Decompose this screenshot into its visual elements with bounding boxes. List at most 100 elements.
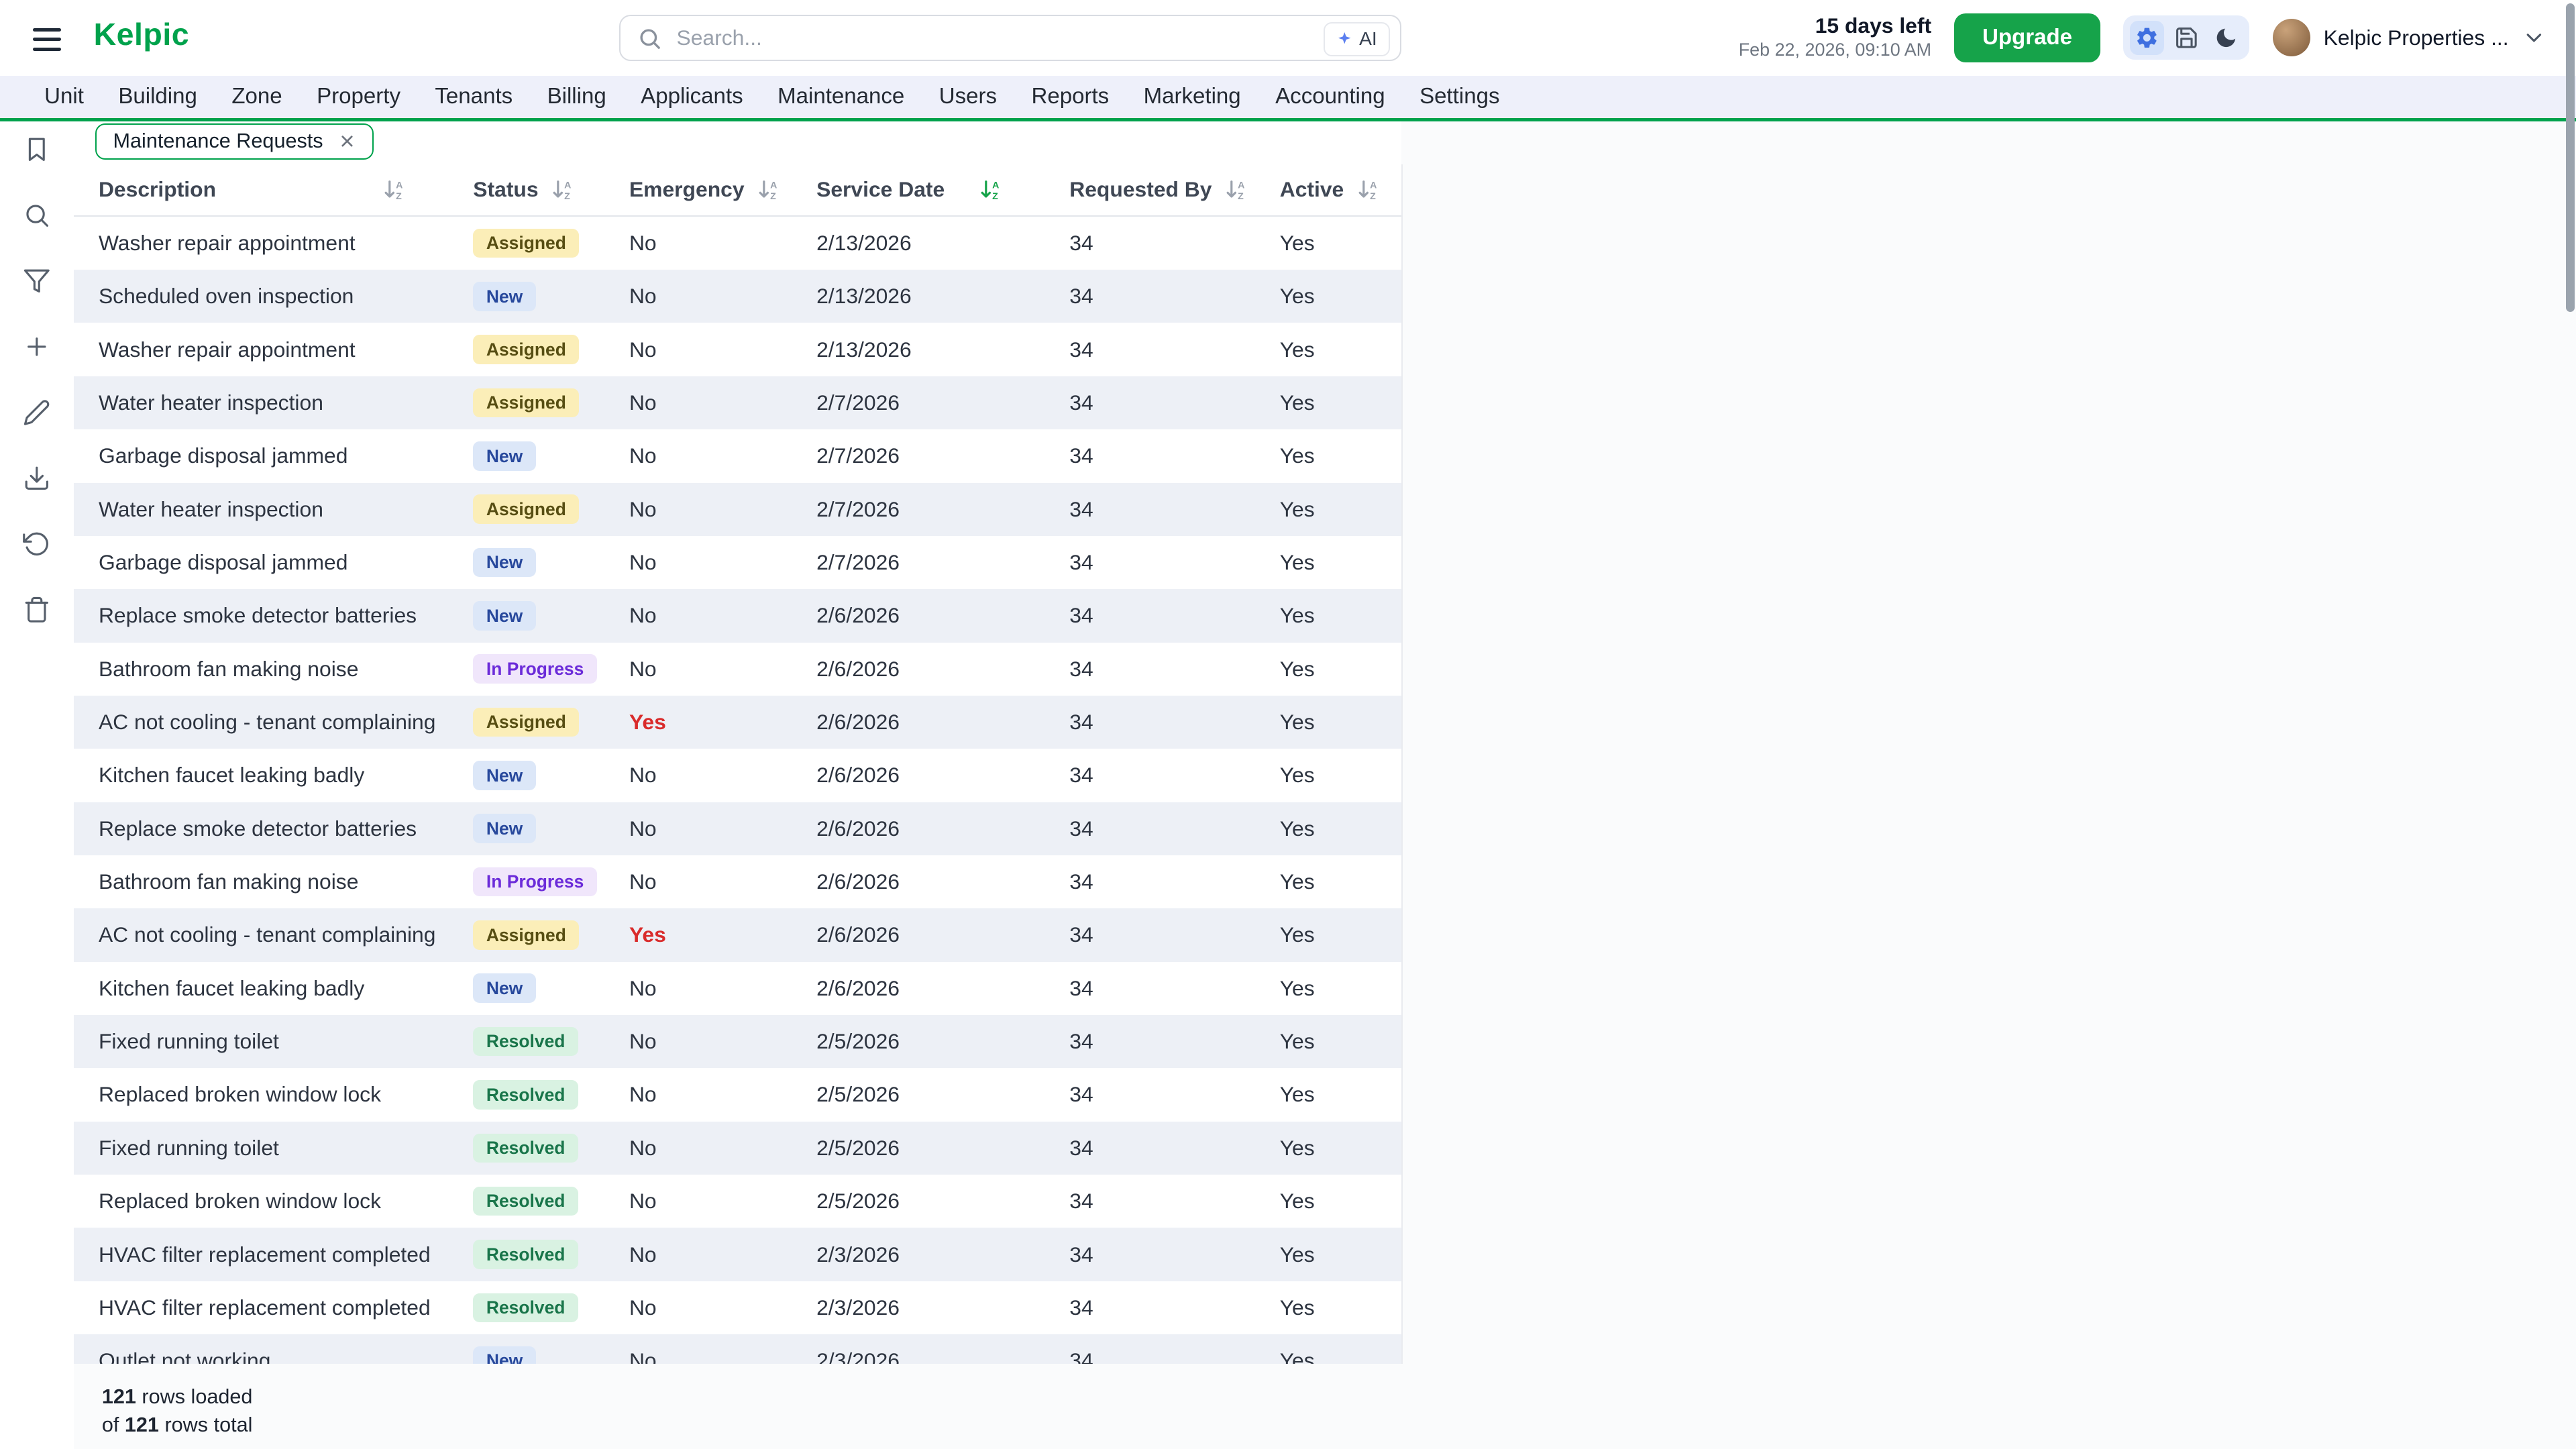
menu-icon[interactable]	[32, 25, 68, 54]
sidebar-edit-button[interactable]	[14, 389, 60, 435]
table-row[interactable]: AC not cooling - tenant complainingAssig…	[74, 696, 1401, 749]
dark-mode-button[interactable]	[2208, 21, 2243, 55]
cell-requested-by: 34	[1045, 976, 1255, 1001]
cell-status: Assigned	[449, 494, 605, 524]
cell-description: Garbage disposal jammed	[74, 443, 448, 468]
sidebar-add-button[interactable]	[14, 323, 60, 370]
table-row[interactable]: Kitchen faucet leaking badlyNewNo2/6/202…	[74, 749, 1401, 802]
nav-item-billing[interactable]: Billing	[547, 84, 606, 109]
nav-item-tenants[interactable]: Tenants	[435, 84, 513, 109]
nav-item-marketing[interactable]: Marketing	[1144, 84, 1241, 109]
sidebar-search-button[interactable]	[14, 193, 60, 239]
cell-service-date: 2/7/2026	[792, 443, 1044, 468]
settings-gear-button[interactable]	[2130, 21, 2164, 55]
cell-status: Resolved	[449, 1134, 605, 1163]
account-menu[interactable]: Kelpic Properties ...	[2273, 19, 2546, 56]
cell-description: Replaced broken window lock	[74, 1189, 448, 1214]
column-header-active[interactable]: Active A Z	[1255, 164, 1401, 215]
table-row[interactable]: Water heater inspectionAssignedNo2/7/202…	[74, 376, 1401, 429]
sidebar-undo-button[interactable]	[14, 521, 60, 567]
tab-maintenance-requests[interactable]: Maintenance Requests	[95, 123, 374, 160]
status-badge: New	[473, 1346, 536, 1364]
nav-item-unit[interactable]: Unit	[44, 84, 84, 109]
table-row[interactable]: Garbage disposal jammedNewNo2/7/202634Ye…	[74, 536, 1401, 589]
table-row[interactable]: Bathroom fan making noiseIn ProgressNo2/…	[74, 643, 1401, 696]
topbar: Kelpic AI 15 days left Feb 22, 2026, 09:…	[0, 0, 2576, 76]
nav-item-accounting[interactable]: Accounting	[1275, 84, 1385, 109]
app-logo[interactable]: Kelpic	[94, 16, 190, 52]
svg-text:A: A	[564, 180, 571, 191]
sort-icon[interactable]: A Z	[1225, 179, 1248, 201]
sort-icon[interactable]: A Z	[1357, 179, 1380, 201]
status-badge: Resolved	[473, 1134, 578, 1163]
table-row[interactable]: HVAC filter replacement completedResolve…	[74, 1228, 1401, 1281]
bookmark-icon	[23, 136, 51, 164]
sidebar-filter-button[interactable]	[14, 258, 60, 304]
upgrade-button[interactable]: Upgrade	[1954, 13, 2100, 62]
nav-item-building[interactable]: Building	[118, 84, 197, 109]
cell-active: Yes	[1255, 763, 1401, 788]
cell-active: Yes	[1255, 231, 1401, 256]
cell-description: Bathroom fan making noise	[74, 869, 448, 894]
vertical-scrollbar[interactable]	[2566, 3, 2574, 312]
cell-emergency: No	[604, 816, 792, 841]
status-badge: New	[473, 441, 536, 471]
table-row[interactable]: HVAC filter replacement completedResolve…	[74, 1281, 1401, 1334]
search-bar: AI	[619, 15, 1401, 61]
cell-active: Yes	[1255, 497, 1401, 522]
sort-icon[interactable]: A Z	[551, 179, 574, 201]
sidebar-delete-button[interactable]	[14, 586, 60, 633]
table-row[interactable]: Replace smoke detector batteriesNewNo2/6…	[74, 589, 1401, 642]
table-row[interactable]: Fixed running toiletResolvedNo2/5/202634…	[74, 1015, 1401, 1068]
table-row[interactable]: Washer repair appointmentAssignedNo2/13/…	[74, 217, 1401, 270]
cell-service-date: 2/6/2026	[792, 603, 1044, 628]
ai-toggle[interactable]: AI	[1324, 22, 1390, 56]
sort-icon-active[interactable]: A Z	[979, 179, 1002, 201]
sort-icon[interactable]: A Z	[757, 179, 780, 201]
delete-icon	[23, 596, 51, 624]
table-row[interactable]: Washer repair appointmentAssignedNo2/13/…	[74, 323, 1401, 376]
table-row[interactable]: Water heater inspectionAssignedNo2/7/202…	[74, 483, 1401, 536]
table-row[interactable]: Fixed running toiletResolvedNo2/5/202634…	[74, 1122, 1401, 1175]
table-row[interactable]: Garbage disposal jammedNewNo2/7/202634Ye…	[74, 429, 1401, 482]
nav-item-users[interactable]: Users	[939, 84, 997, 109]
nav-item-zone[interactable]: Zone	[231, 84, 282, 109]
nav-item-applicants[interactable]: Applicants	[641, 84, 743, 109]
column-header-requested-by[interactable]: Requested By A Z	[1045, 164, 1255, 215]
table-row[interactable]: Bathroom fan making noiseIn ProgressNo2/…	[74, 855, 1401, 908]
nav-item-reports[interactable]: Reports	[1031, 84, 1109, 109]
column-header-service-date[interactable]: Service Date A Z	[792, 164, 1044, 215]
column-header-status[interactable]: Status A Z	[449, 164, 605, 215]
sidebar-bookmark-button[interactable]	[14, 127, 60, 173]
nav-item-property[interactable]: Property	[317, 84, 400, 109]
cell-description: Kitchen faucet leaking badly	[74, 763, 448, 788]
column-label: Requested By	[1069, 177, 1212, 202]
nav-item-maintenance[interactable]: Maintenance	[777, 84, 904, 109]
cell-active: Yes	[1255, 284, 1401, 309]
cell-requested-by: 34	[1045, 337, 1255, 362]
cell-service-date: 2/3/2026	[792, 1242, 1044, 1267]
search-input[interactable]	[619, 15, 1401, 61]
close-icon[interactable]	[338, 132, 356, 150]
column-header-description[interactable]: Description A Z	[74, 164, 448, 215]
nav-item-settings[interactable]: Settings	[1419, 84, 1499, 109]
table-row[interactable]: Replaced broken window lockResolvedNo2/5…	[74, 1068, 1401, 1121]
column-header-emergency[interactable]: Emergency A Z	[604, 164, 792, 215]
table-row[interactable]: Scheduled oven inspectionNewNo2/13/20263…	[74, 270, 1401, 323]
cell-emergency: No	[604, 550, 792, 575]
cell-active: Yes	[1255, 443, 1401, 468]
row-count-footer: 121 rows loaded of 121 rows total	[102, 1383, 253, 1439]
table-row[interactable]: Replace smoke detector batteriesNewNo2/6…	[74, 802, 1401, 855]
table-row[interactable]: Replaced broken window lockResolvedNo2/5…	[74, 1175, 1401, 1228]
sidebar-download-button[interactable]	[14, 455, 60, 501]
save-icon	[2174, 25, 2199, 50]
table-row[interactable]: Kitchen faucet leaking badlyNewNo2/6/202…	[74, 962, 1401, 1015]
status-badge: New	[473, 973, 536, 1003]
table-row[interactable]: AC not cooling - tenant complainingAssig…	[74, 908, 1401, 961]
cell-status: Assigned	[449, 708, 605, 737]
sort-icon[interactable]: A Z	[383, 179, 406, 201]
save-button[interactable]	[2169, 21, 2204, 55]
table-row[interactable]: Outlet not workingNewNo2/3/202634Yes	[74, 1334, 1401, 1364]
cell-service-date: 2/5/2026	[792, 1136, 1044, 1161]
cell-description: Replaced broken window lock	[74, 1082, 448, 1107]
